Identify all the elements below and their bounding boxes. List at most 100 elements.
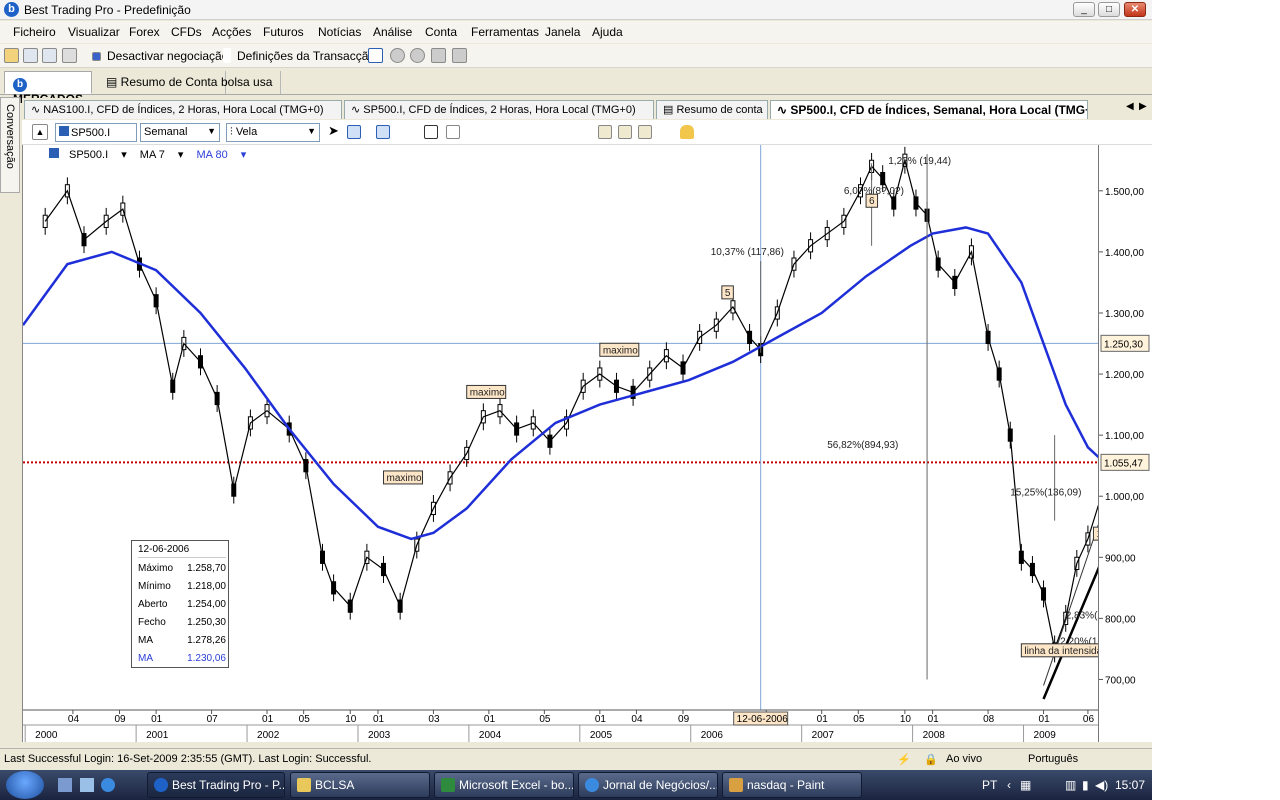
year-label: 2006 xyxy=(701,730,724,741)
reset-zoom-icon[interactable] xyxy=(486,125,500,139)
doctab-sp500-semanal[interactable]: ∿ SP500.I, CFD de Índices, Semanal, Hora… xyxy=(770,100,1088,119)
open-folder-icon[interactable] xyxy=(4,48,19,63)
refresh-icon[interactable] xyxy=(452,48,467,63)
menu-visualizar[interactable]: Visualizar xyxy=(68,25,120,39)
menu-ajuda[interactable]: Ajuda xyxy=(592,25,623,39)
show-desktop-icon[interactable] xyxy=(58,778,72,792)
indicator-icon[interactable] xyxy=(398,125,412,139)
x-tick-label: 01 xyxy=(484,714,496,725)
indicator-ma80[interactable]: MA 80 ▾ xyxy=(197,149,247,161)
save-icon[interactable] xyxy=(23,48,38,63)
collapse-toolbar-icon[interactable]: ▲ xyxy=(32,124,48,140)
browser-icon[interactable] xyxy=(101,778,115,792)
taskbar-paint[interactable]: nasdaq - Paint xyxy=(722,772,862,798)
save-as-icon[interactable] xyxy=(42,48,57,63)
network-icon[interactable]: ▥ xyxy=(1065,778,1076,792)
measure-annotation: 56,82%(894,93) xyxy=(827,440,898,451)
close-button[interactable]: ✕ xyxy=(1124,2,1146,17)
horizontal-line-tool-icon[interactable] xyxy=(347,125,361,139)
link-icon[interactable] xyxy=(660,125,674,139)
price-chart[interactable]: 1,2?% (19,44) 6,0?%(8?,0?) 10,37% (117,86)… xyxy=(22,145,1099,742)
document-tabs: ∿ NAS100.I, CFD de Índices, 2 Horas, Hor… xyxy=(22,98,1152,119)
desktop-background xyxy=(1152,0,1280,800)
home-icon[interactable] xyxy=(431,48,446,63)
taskbar-bclsa[interactable]: BCLSA xyxy=(290,772,430,798)
chart-label: linha da intensidade do bull 2003 da1 o xyxy=(1024,646,1099,657)
check-icon[interactable] xyxy=(368,48,383,63)
x-tick-label: 01 xyxy=(151,714,163,725)
browser-icon xyxy=(585,778,599,792)
image-export-icon[interactable] xyxy=(638,125,652,139)
menu-janela[interactable]: Janela xyxy=(545,25,580,39)
tab-mercados[interactable]: bMERCADOS xyxy=(4,71,92,106)
period-select[interactable]: Semanal ▼ xyxy=(140,123,220,142)
price-tag-label: 1.055,47 xyxy=(1104,458,1143,469)
clock[interactable]: 15:07 xyxy=(1115,778,1145,792)
chart-label: 6 xyxy=(869,196,875,207)
measure-annotation: 1,2?% (19,44) xyxy=(888,156,951,167)
price-axis[interactable]: 1.250,30 1.055,47 700,00 800,00 900,00 1.000,… xyxy=(1098,145,1152,742)
x-tick-label: 01 xyxy=(817,714,829,725)
document-icon: ▤ xyxy=(106,75,121,89)
symbol-input[interactable]: SP500.I xyxy=(55,123,137,142)
zoom-in-icon[interactable] xyxy=(446,125,460,139)
print-icon[interactable] xyxy=(62,48,77,63)
menu-noticias[interactable]: Notícias xyxy=(318,25,361,39)
tray-app-icon[interactable]: ▦ xyxy=(1020,778,1031,792)
taskbar-best-trading-pro[interactable]: Best Trading Pro - P... xyxy=(147,772,285,798)
menu-ferramentas[interactable]: Ferramentas xyxy=(471,25,539,39)
taskbar-jornal-de-negocios[interactable]: Jornal de Negócios/... xyxy=(578,772,718,798)
minimize-button[interactable]: _ xyxy=(1073,2,1095,17)
expand-icon[interactable] xyxy=(578,125,592,139)
start-button[interactable] xyxy=(6,771,44,799)
indicator-sp500[interactable]: SP500.I ▾ xyxy=(49,148,127,161)
eraser-icon[interactable] xyxy=(534,125,548,139)
tab-scroll-left-icon[interactable]: ◀ xyxy=(1126,101,1134,112)
doctab-resumo-de-conta[interactable]: ▤ Resumo de conta xyxy=(656,100,768,119)
layout-icon[interactable] xyxy=(618,125,632,139)
menu-forex[interactable]: Forex xyxy=(129,25,160,39)
trend-line-icon[interactable] xyxy=(506,125,520,139)
doctab-sp500-2h[interactable]: ∿ SP500.I, CFD de Índices, 2 Horas, Hora… xyxy=(344,100,654,119)
year-label: 2003 xyxy=(368,730,391,741)
side-tab-conversacao[interactable]: Conversação xyxy=(0,97,20,193)
status-bar: Last Successful Login: 16-Set-2009 2:35:… xyxy=(0,748,1152,769)
zoom-out-icon[interactable] xyxy=(466,125,480,139)
text-tool-icon[interactable] xyxy=(556,125,570,139)
template-icon[interactable] xyxy=(598,125,612,139)
deactivate-trading-button[interactable]: Desactivar negociação xyxy=(107,49,228,63)
language-status[interactable]: Português xyxy=(1028,753,1078,765)
doctab-nas100-2h[interactable]: ∿ NAS100.I, CFD de Índices, 2 Horas, Hor… xyxy=(24,100,342,119)
maximize-button[interactable]: □ xyxy=(1098,2,1120,17)
menu-cfds[interactable]: CFDs xyxy=(171,25,202,39)
forward-icon[interactable] xyxy=(410,48,425,63)
app-logo-icon xyxy=(154,778,168,792)
info-icon[interactable] xyxy=(424,125,438,139)
tab-resumo-de-conta[interactable]: ▤ Resumo de Conta xyxy=(98,71,227,94)
input-language[interactable]: PT xyxy=(982,778,997,792)
taskbar-excel[interactable]: Microsoft Excel - bo... xyxy=(434,772,574,798)
measure-annotation: 10,37% (117,86) xyxy=(711,247,784,258)
menu-futuros[interactable]: Futuros xyxy=(263,25,304,39)
battery-icon[interactable]: ▮ xyxy=(1082,778,1089,792)
menu-analise[interactable]: Análise xyxy=(373,25,412,39)
year-label: 2004 xyxy=(479,730,502,741)
grid-icon[interactable] xyxy=(376,125,390,139)
y-tick-label: 1.100,00 xyxy=(1105,431,1144,442)
menu-accoes[interactable]: Acções xyxy=(212,25,251,39)
indicator-ma7[interactable]: MA 7 ▾ xyxy=(140,149,184,161)
alert-bell-icon[interactable] xyxy=(680,125,694,139)
tab-scroll-right-icon[interactable]: ▶ xyxy=(1139,101,1147,112)
quick-launch-icon[interactable] xyxy=(80,778,94,792)
taskbar: Best Trading Pro - P... BCLSA Microsoft … xyxy=(0,770,1152,800)
tray-expand-icon[interactable]: ‹ xyxy=(1007,778,1011,792)
application-window: b Best Trading Pro - Predefinição _ □ ✕ … xyxy=(0,0,1152,800)
back-icon[interactable] xyxy=(390,48,405,63)
volume-icon[interactable]: ◀) xyxy=(1095,778,1108,792)
cursor-icon[interactable]: ➤ xyxy=(328,124,342,139)
menu-ficheiro[interactable]: Ficheiro xyxy=(13,25,56,39)
tab-bolsa-usa[interactable]: bolsa usa xyxy=(213,71,282,94)
menu-conta[interactable]: Conta xyxy=(425,25,457,39)
transaction-definitions-button[interactable]: Definições da Transacção xyxy=(237,49,375,63)
chart-type-select[interactable]: ⫶ Vela ▼ xyxy=(226,123,320,142)
